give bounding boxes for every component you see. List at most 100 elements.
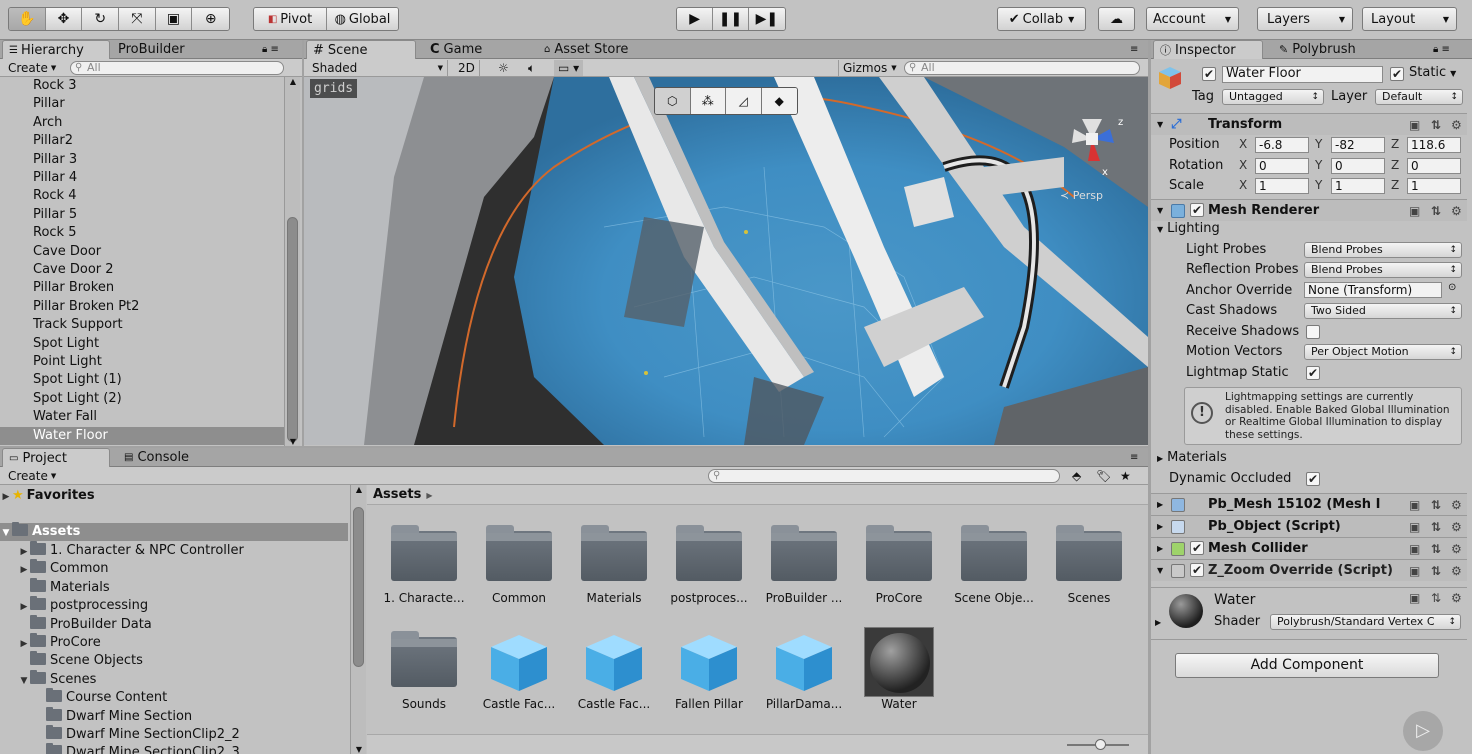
- preset-icon[interactable]: ⇅: [1431, 591, 1441, 605]
- tab-hierarchy[interactable]: ☰ Hierarchy: [2, 40, 110, 59]
- assets-row[interactable]: ▼ Assets: [0, 522, 348, 542]
- asset-item[interactable]: Materials: [569, 519, 659, 611]
- hierarchy-create-button[interactable]: Create ▼: [4, 60, 60, 76]
- position-y-field[interactable]: -82: [1331, 137, 1385, 153]
- asset-item[interactable]: ProCore: [854, 519, 944, 611]
- add-component-button[interactable]: Add Component: [1175, 653, 1439, 678]
- project-tree-item[interactable]: Materials: [0, 577, 348, 597]
- sun-icon[interactable]: ☼: [494, 60, 513, 76]
- gear-icon[interactable]: ⚙: [1451, 560, 1462, 582]
- play-icon[interactable]: ▶: [677, 8, 714, 30]
- scale-y-field[interactable]: 1: [1331, 178, 1385, 194]
- preset-icon[interactable]: ⇅: [1431, 516, 1441, 538]
- arrow-right-icon[interactable]: ▶: [18, 543, 30, 561]
- lighting-foldout[interactable]: ▼ Lighting: [1151, 219, 1467, 239]
- rotate-icon[interactable]: ↻: [82, 8, 120, 30]
- scale-icon[interactable]: ⤧: [119, 8, 156, 30]
- hierarchy-item[interactable]: Spot Light (2): [0, 390, 284, 408]
- tab-probuilder[interactable]: ProBuilder: [112, 40, 202, 59]
- hierarchy-item[interactable]: Spot Light: [0, 335, 284, 353]
- position-x-field[interactable]: -6.8: [1255, 137, 1309, 153]
- help-icon[interactable]: ▣: [1409, 591, 1420, 605]
- pivot-button[interactable]: ◧ Pivot: [254, 8, 327, 30]
- hierarchy-item[interactable]: Pillar 4: [0, 169, 284, 187]
- project-tree-item[interactable]: ▶ postprocessing: [0, 596, 348, 616]
- scroll-up-icon[interactable]: ▲: [285, 77, 301, 86]
- tab-game[interactable]: C Game: [424, 40, 514, 59]
- pause-icon[interactable]: ❚❚: [713, 8, 749, 30]
- component-header[interactable]: ▶ ✔ Mesh Collider ▣ ⇅ ⚙: [1151, 537, 1467, 559]
- component-header[interactable]: ▶ Pb_Object (Script) ▣ ⇅ ⚙: [1151, 515, 1467, 537]
- hierarchy-item[interactable]: Pillar: [0, 95, 284, 113]
- receive-shadows-checkbox[interactable]: [1306, 325, 1320, 339]
- scene-menu-icon[interactable]: ≡: [1126, 41, 1142, 57]
- hierarchy-scroll-thumb[interactable]: [287, 217, 298, 442]
- icon-size-slider-handle[interactable]: [1095, 739, 1106, 750]
- project-menu-icon[interactable]: ≡: [1126, 449, 1142, 465]
- help-icon[interactable]: ▣: [1409, 516, 1420, 538]
- audio-icon[interactable]: 🔈︎: [524, 60, 539, 76]
- component-enabled-checkbox[interactable]: ✔: [1190, 563, 1204, 577]
- hierarchy-item[interactable]: Pillar2: [0, 132, 284, 150]
- hierarchy-item[interactable]: Pillar Broken Pt2: [0, 298, 284, 316]
- dynamic-occluded-checkbox[interactable]: ✔: [1306, 472, 1320, 486]
- object-name-field[interactable]: Water Floor: [1222, 66, 1383, 83]
- gear-icon[interactable]: ⚙: [1451, 591, 1462, 605]
- component-header[interactable]: ▼ ✔ Z_Zoom Override (Script) ▣ ⇅ ⚙: [1151, 559, 1467, 581]
- help-icon[interactable]: ▣: [1409, 114, 1420, 136]
- layout-dropdown[interactable]: Layout ▼: [1362, 7, 1457, 31]
- global-button[interactable]: ◍ Global: [327, 8, 398, 30]
- scene-viewport[interactable]: grids ⬡ ⁂ ◿ ◆ z x ≺ Persp: [304, 77, 1148, 445]
- lock-icon[interactable]: 🔒︎ ≡: [258, 41, 283, 57]
- scale-z-field[interactable]: 1: [1407, 178, 1461, 194]
- anchor-override-field[interactable]: None (Transform): [1304, 282, 1442, 298]
- hierarchy-item[interactable]: Pillar 5: [0, 206, 284, 224]
- project-tree-item[interactable]: ▶ ProCore: [0, 633, 348, 652]
- rect-icon[interactable]: ▣: [155, 8, 193, 30]
- hierarchy-item[interactable]: Rock 5: [0, 224, 284, 242]
- mode-2d-button[interactable]: 2D: [454, 60, 480, 76]
- gear-icon[interactable]: ⚙: [1451, 538, 1462, 560]
- hierarchy-item[interactable]: Cave Door: [0, 243, 284, 261]
- hierarchy-item[interactable]: Arch: [0, 114, 284, 132]
- hierarchy-item[interactable]: Spot Light (1): [0, 371, 284, 389]
- arrow-right-icon[interactable]: ▶: [18, 561, 30, 579]
- project-create-button[interactable]: Create ▼: [4, 468, 60, 484]
- asset-item[interactable]: Water: [854, 625, 944, 717]
- asset-item[interactable]: Castle Fac...: [569, 625, 659, 717]
- position-z-field[interactable]: 118.6: [1407, 137, 1461, 153]
- lightmap-static-checkbox[interactable]: ✔: [1306, 366, 1320, 380]
- tab-project[interactable]: ▭ Project: [2, 448, 110, 467]
- arrow-right-icon[interactable]: ▶: [18, 598, 30, 616]
- asset-item[interactable]: Scene Obje...: [949, 519, 1039, 611]
- cast-shadows-dropdown[interactable]: Two Sided: [1304, 303, 1462, 319]
- asset-item[interactable]: 1. Characte...: [379, 519, 469, 611]
- asset-breadcrumb[interactable]: Assets ▶: [367, 485, 1148, 505]
- favorites-row[interactable]: ▶ ★ Favorites: [0, 487, 348, 505]
- gear-icon[interactable]: ⚙: [1451, 516, 1462, 538]
- collab-button[interactable]: ✔ Collab ▼: [997, 7, 1086, 31]
- arrow-right-icon[interactable]: ▶: [1155, 618, 1161, 627]
- rotation-x-field[interactable]: 0: [1255, 157, 1309, 174]
- hierarchy-search-input[interactable]: ⚲ All: [70, 61, 284, 75]
- project-tree-item[interactable]: Dwarf Mine SectionClip2_2: [0, 725, 348, 744]
- asset-item[interactable]: Sounds: [379, 625, 469, 717]
- tab-scene[interactable]: # Scene: [306, 40, 416, 59]
- object-mode-icon[interactable]: ⬡: [655, 88, 691, 114]
- project-tree-item[interactable]: ProBuilder Data: [0, 614, 348, 634]
- step-icon[interactable]: ▶❚: [748, 8, 785, 30]
- preset-icon[interactable]: ⇅: [1431, 494, 1441, 516]
- hierarchy-item[interactable]: Rock 4: [0, 187, 284, 205]
- hierarchy-item[interactable]: Cave Door 2: [0, 261, 284, 279]
- project-tree-item[interactable]: Scene Objects: [0, 651, 348, 670]
- help-icon[interactable]: ▣: [1409, 538, 1420, 560]
- transform-header[interactable]: ▼ ⤢ Transform ▣ ⇅ ⚙: [1151, 113, 1467, 135]
- hierarchy-item[interactable]: Pillar 3: [0, 151, 284, 169]
- scroll-down-icon[interactable]: ▼: [285, 437, 301, 446]
- arrow-down-icon[interactable]: ▼: [0, 524, 12, 542]
- scene-gizmo[interactable]: z x: [1052, 99, 1132, 185]
- help-icon[interactable]: ▣: [1409, 560, 1420, 582]
- asset-item[interactable]: Fallen Pillar: [664, 625, 754, 717]
- asset-item[interactable]: Castle Fac...: [474, 625, 564, 717]
- tag-dropdown[interactable]: Untagged: [1222, 89, 1324, 105]
